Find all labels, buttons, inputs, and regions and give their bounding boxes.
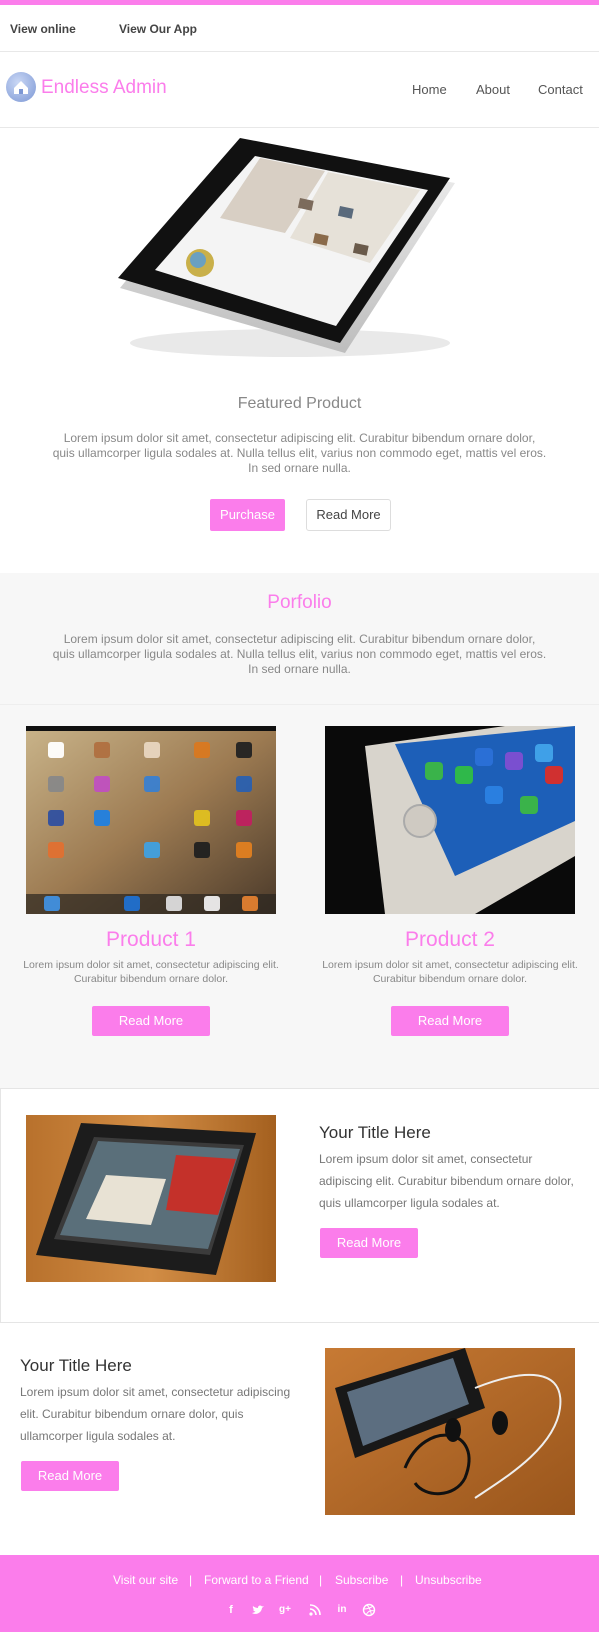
section-1-text: Lorem ipsum dolor sit amet, consectetur … bbox=[319, 1152, 574, 1210]
featured-text: Lorem ipsum dolor sit amet, consectetur … bbox=[52, 431, 547, 475]
footer-forward-link[interactable]: Forward to a Friend bbox=[204, 1573, 309, 1587]
section-1-title: Your Title Here bbox=[319, 1123, 431, 1142]
section-2-image bbox=[325, 1348, 575, 1515]
view-app-link[interactable]: View Our App bbox=[119, 22, 197, 36]
rss-icon[interactable] bbox=[308, 1603, 322, 1617]
footer-separator: | bbox=[400, 1573, 404, 1587]
facebook-icon[interactable]: f bbox=[224, 1603, 238, 1617]
section-2-text: Lorem ipsum dolor sit amet, consectetur … bbox=[20, 1385, 291, 1443]
purchase-button[interactable]: Purchase bbox=[210, 499, 285, 531]
section-2-read-more-button[interactable]: Read More bbox=[21, 1461, 119, 1491]
logo-icon bbox=[6, 72, 36, 102]
view-online-link[interactable]: View online bbox=[10, 22, 76, 36]
product-1-text: Lorem ipsum dolor sit amet, consectetur … bbox=[23, 959, 279, 985]
section-2-title: Your Title Here bbox=[20, 1356, 132, 1375]
footer-separator: | bbox=[319, 1573, 323, 1587]
featured-title: Featured Product bbox=[237, 395, 362, 412]
product-2-image bbox=[325, 726, 575, 914]
product-2-text: Lorem ipsum dolor sit amet, consectetur … bbox=[322, 959, 578, 985]
section-1-image bbox=[26, 1115, 276, 1282]
twitter-icon[interactable] bbox=[251, 1603, 265, 1617]
footer-unsubscribe-link[interactable]: Unsubscribe bbox=[415, 1573, 482, 1587]
nav-contact[interactable]: Contact bbox=[538, 82, 583, 97]
google-plus-icon[interactable]: g+ bbox=[278, 1603, 292, 1617]
top-bar bbox=[0, 5, 599, 52]
linkedin-icon[interactable]: in bbox=[335, 1603, 349, 1617]
nav-home[interactable]: Home bbox=[412, 82, 447, 97]
product-2-read-more-button[interactable]: Read More bbox=[391, 1006, 509, 1036]
product-1-title: Product 1 bbox=[106, 928, 196, 951]
featured-read-more-button[interactable]: Read More bbox=[306, 499, 391, 531]
footer bbox=[0, 1555, 599, 1632]
portfolio-text: Lorem ipsum dolor sit amet, consectetur … bbox=[52, 632, 547, 676]
section-1-read-more-button[interactable]: Read More bbox=[320, 1228, 418, 1258]
product-2-title: Product 2 bbox=[405, 928, 495, 951]
dribbble-icon[interactable] bbox=[362, 1603, 376, 1617]
footer-separator: | bbox=[189, 1573, 193, 1587]
featured-product-image bbox=[100, 138, 462, 368]
brand-name: Endless Admin bbox=[41, 77, 167, 98]
portfolio-title: Porfolio bbox=[267, 592, 332, 613]
product-1-read-more-button[interactable]: Read More bbox=[92, 1006, 210, 1036]
nav-about[interactable]: About bbox=[476, 82, 510, 97]
footer-subscribe-link[interactable]: Subscribe bbox=[335, 1573, 388, 1587]
product-1-image bbox=[26, 726, 276, 914]
footer-visit-site-link[interactable]: Visit our site bbox=[113, 1573, 178, 1587]
